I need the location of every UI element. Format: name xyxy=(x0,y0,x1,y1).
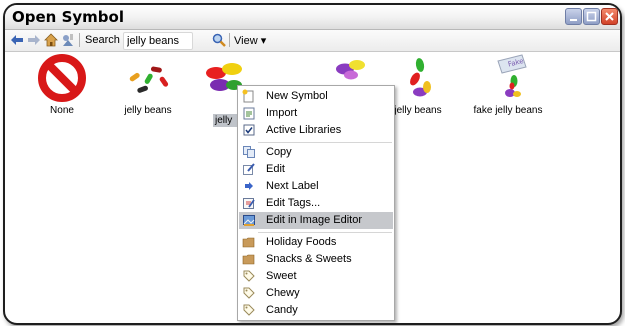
menu-separator xyxy=(258,232,392,233)
title-bar[interactable]: Open Symbol xyxy=(5,5,620,30)
tag-icon xyxy=(243,287,255,299)
minimize-icon xyxy=(570,19,577,21)
window-title: Open Symbol xyxy=(12,8,124,26)
copy-icon xyxy=(243,146,255,158)
fake-jelly-beans-icon: Fake xyxy=(497,54,527,97)
folder-icon xyxy=(242,254,255,265)
edit-icon xyxy=(243,163,255,175)
menu-item-label: New Symbol xyxy=(266,90,328,102)
menu-item-active-libraries[interactable]: Active Libraries xyxy=(239,122,393,139)
import-icon xyxy=(243,107,255,120)
menu-item-new-symbol[interactable]: New Symbol xyxy=(239,88,393,105)
menu-item-copy[interactable]: Copy xyxy=(239,144,393,161)
minimize-button[interactable] xyxy=(565,8,582,25)
symbol-label: None xyxy=(50,105,74,116)
menu-item-label: Next Label xyxy=(266,180,319,192)
symbol-item-jelly-beans[interactable]: jelly beans xyxy=(103,53,193,116)
menu-item-import[interactable]: Import xyxy=(239,105,393,122)
menu-item-label: Edit in Image Editor xyxy=(266,214,362,226)
selected-symbol-label: jelly xyxy=(213,114,237,127)
menu-item-label: Holiday Foods xyxy=(266,236,337,248)
maximize-icon xyxy=(586,11,597,22)
no-symbol-icon xyxy=(38,54,86,102)
arrow-right-icon xyxy=(245,182,253,190)
symbol-label: fake jelly beans xyxy=(473,105,543,116)
search-label: Search xyxy=(85,34,120,46)
checkbox-icon xyxy=(243,124,255,136)
open-symbol-window: Open Symbol Search jelly beans View ▾ No… xyxy=(3,3,622,325)
edit-tags-icon xyxy=(243,198,255,209)
menu-item-next-label[interactable]: Next Label xyxy=(239,178,393,195)
tag-icon xyxy=(243,270,255,282)
symbol-label: jelly beans xyxy=(124,105,172,116)
new-symbol-icon xyxy=(242,89,254,103)
folder-icon xyxy=(242,237,255,248)
menu-item-sweet[interactable]: Sweet xyxy=(239,268,393,285)
menu-item-label: Snacks & Sweets xyxy=(266,253,352,265)
toolbar-separator xyxy=(79,33,80,47)
menu-separator xyxy=(258,142,392,143)
symbol-item-fake-jelly-beans[interactable]: Fake fake jelly beans xyxy=(463,53,553,116)
home-icon[interactable] xyxy=(43,32,59,48)
view-menu-button[interactable]: View ▾ xyxy=(234,34,266,47)
menu-item-label: Chewy xyxy=(266,287,300,299)
jelly-beans-stack-icon xyxy=(410,58,431,97)
menu-item-snacks-sweets[interactable]: Snacks & Sweets xyxy=(239,251,393,268)
close-icon xyxy=(605,12,614,21)
context-menu: New Symbol Import Active Libraries Copy xyxy=(237,85,395,321)
manage-library-icon[interactable] xyxy=(60,32,76,48)
image-editor-icon xyxy=(243,215,255,226)
menu-item-label: Edit Tags... xyxy=(266,197,321,209)
menu-item-label: Active Libraries xyxy=(266,124,342,136)
menu-item-label: Candy xyxy=(266,304,298,316)
tag-icon xyxy=(243,304,255,316)
menu-item-edit[interactable]: Edit xyxy=(239,161,393,178)
menu-item-holiday-foods[interactable]: Holiday Foods xyxy=(239,234,393,251)
search-icon[interactable] xyxy=(211,32,227,48)
jelly-beans-icon xyxy=(129,66,169,93)
back-arrow-icon[interactable] xyxy=(9,32,25,48)
menu-item-candy[interactable]: Candy xyxy=(239,302,393,319)
menu-item-edit-tags[interactable]: Edit Tags... xyxy=(239,195,393,212)
menu-item-label: Edit xyxy=(266,163,285,175)
forward-arrow-icon[interactable] xyxy=(26,32,42,48)
toolbar: Search View ▾ xyxy=(5,30,620,52)
menu-item-edit-in-image-editor[interactable]: Edit in Image Editor xyxy=(239,212,393,229)
menu-item-chewy[interactable]: Chewy xyxy=(239,285,393,302)
close-button[interactable] xyxy=(601,8,618,25)
menu-item-label: Sweet xyxy=(266,270,297,282)
menu-item-label: Copy xyxy=(266,146,292,158)
maximize-button[interactable] xyxy=(583,8,600,25)
toolbar-separator xyxy=(229,33,230,47)
menu-item-label: Import xyxy=(266,107,298,119)
search-input[interactable] xyxy=(123,32,193,50)
symbol-item-none[interactable]: None xyxy=(17,53,107,116)
